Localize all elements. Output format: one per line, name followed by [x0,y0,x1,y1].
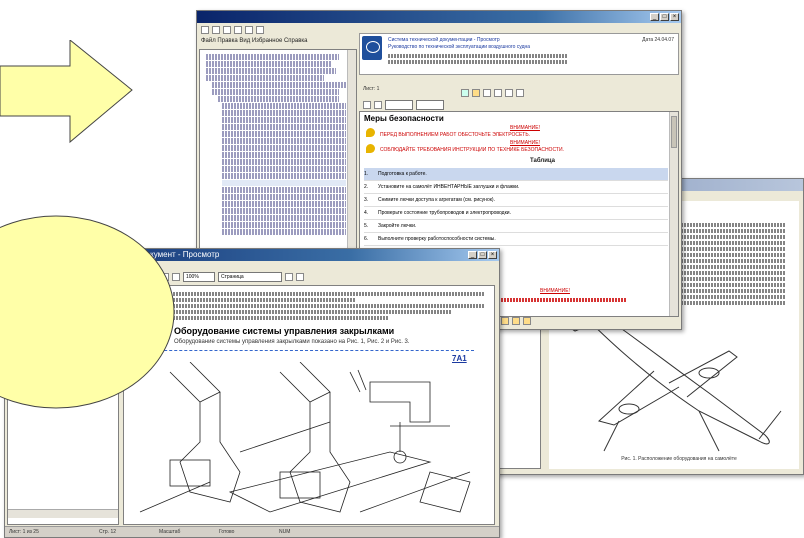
section-title: Меры безопасности [364,114,444,123]
figure-separator [134,350,474,351]
step-row[interactable]: 1. Подготовка к работе. [364,168,668,181]
maximize-button[interactable]: □ [660,13,669,21]
content-tab-strip: Лист: 1 [359,77,679,92]
step-row[interactable]: 6. Выполните проверку работоспособности … [364,233,668,246]
bookmark-icon[interactable] [234,26,242,34]
link-icon[interactable] [505,89,513,97]
step-row[interactable]: 2. Установите на самолёт ИНВЕНТАРНЫЕ заг… [364,181,668,194]
header-date: Дата 24.04.07 [642,37,674,43]
step-row[interactable]: 3. Снимите лючки доступа к агрегатам (см… [364,194,668,207]
table-icon[interactable] [516,89,524,97]
grid-icon[interactable] [461,89,469,97]
zoom-select[interactable] [416,100,444,110]
document-header: Система технической документации - Просм… [359,33,679,75]
header-title-line2: Руководство по технической эксплуатации … [388,44,531,50]
warning-text-1: ПЕРЕД ВЫПОЛНЕНИЕМ РАБОТ ОБЕСТОЧЬТЕ ЭЛЕКТ… [380,132,531,138]
prev-page-icon[interactable] [285,273,293,281]
zoom-select[interactable]: 100% [183,272,215,282]
last-page-icon[interactable] [512,317,520,325]
next-icon[interactable] [374,101,382,109]
content-toolbar [457,87,581,99]
page-tab[interactable]: Лист: 1 [359,86,379,92]
settings-icon[interactable] [256,26,264,34]
viewer-statusbar: Лист: 1 из 25 Стр. 12 Масштаб Готово NUM [5,526,499,537]
minimize-button[interactable]: _ [650,13,659,21]
warning-icon-1 [366,128,375,137]
lock-icon[interactable] [472,89,480,97]
step-row[interactable]: 4. Проверьте состояние трубопроводов и э… [364,207,668,220]
prev-icon[interactable] [363,101,371,109]
pointer-arrow [0,40,133,144]
viewer-caption: Оборудование системы управления закрылка… [174,339,410,345]
viewer-maximize-button[interactable]: □ [478,251,487,259]
first-page-icon[interactable] [501,317,509,325]
steps-list: 1. Подготовка к работе. 2. Установите на… [364,168,668,246]
warning-label-1: ВНИМАНИЕ! [510,125,540,131]
page-select[interactable]: Страница [218,272,282,282]
nav-toolbar [359,99,543,111]
callout-ellipse [0,215,175,409]
mechanical-drawing [139,362,471,513]
warning-label-2: ВНИМАНИЕ! [510,140,540,146]
content-scrollbar[interactable] [669,112,678,316]
header-title-line1: Система технической документации - Просм… [388,37,500,43]
viewer-minimize-button[interactable]: _ [468,251,477,259]
company-logo [362,36,382,60]
search-icon[interactable] [245,26,253,34]
viewer-toolbar: 100% Страница [135,271,499,283]
aircraft-figure-caption: Рис. 1. Расположение оборудования на сам… [621,456,737,462]
bottom-warning-label: ВНИМАНИЕ! [540,288,570,294]
close-button[interactable]: × [670,13,679,21]
exit-icon[interactable] [523,317,531,325]
viewer-close-button[interactable]: × [488,251,497,259]
page-select[interactable] [385,100,413,110]
forward-icon[interactable] [212,26,220,34]
main-window-titlebar: _ □ × [197,11,681,23]
arrow-icon[interactable] [483,89,491,97]
warning-icon-2 [366,144,375,153]
step-row[interactable]: 5. Закройте лючки. [364,220,668,233]
refresh-icon[interactable] [494,89,502,97]
viewer-section-title: Оборудование системы управления закрылка… [174,326,395,336]
back-icon[interactable] [201,26,209,34]
print-icon[interactable] [223,26,231,34]
bottom-nav-toolbar [497,315,561,327]
warning-text-2: СОБЛЮДАЙТЕ ТРЕБОВАНИЯ ИНСТРУКЦИИ ПО ТЕХН… [380,147,564,153]
next-page-icon[interactable] [296,273,304,281]
table-heading: Таблица [530,158,556,164]
